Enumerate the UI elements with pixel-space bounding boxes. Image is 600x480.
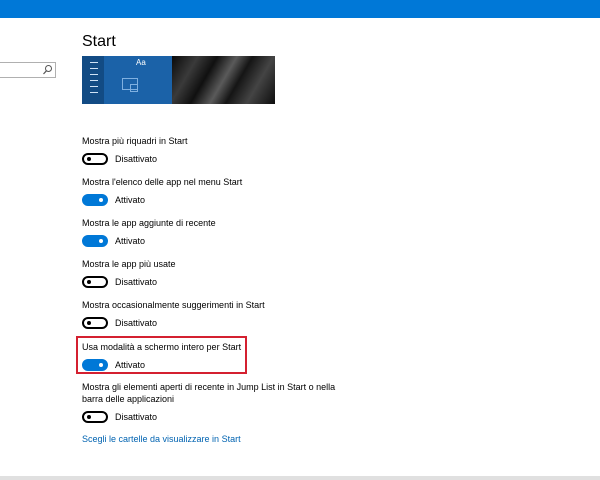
setting-label: Mostra occasionalmente suggerimenti in S…	[82, 300, 265, 310]
setting-recently-added: Mostra le app aggiunte di recente Attiva…	[82, 217, 216, 249]
toggle-jump-list[interactable]	[82, 411, 108, 423]
settings-window: Start Aa Mostra più riquadri in Start Di…	[0, 0, 600, 480]
bottom-edge	[0, 476, 600, 480]
preview-rail-line	[90, 74, 98, 75]
setting-label: Mostra le app più usate	[82, 259, 176, 269]
start-preview-image: Aa	[82, 56, 275, 104]
toggle-state: Disattivato	[115, 318, 158, 328]
toggle-state: Attivato	[115, 195, 146, 205]
search-box[interactable]	[0, 62, 56, 78]
preview-rail-line	[90, 86, 98, 87]
toggle-row: Disattivato	[82, 411, 335, 425]
setting-jump-list: Mostra gli elementi aperti di recente in…	[82, 381, 335, 425]
preview-rail-line	[90, 92, 98, 93]
setting-full-screen: Usa modalità a schermo intero per Start …	[82, 341, 241, 373]
setting-label-line: barra delle applicazioni	[82, 394, 175, 404]
toggle-knob	[87, 415, 91, 419]
toggle-state: Attivato	[115, 236, 146, 246]
toggle-knob	[87, 157, 91, 161]
toggle-knob	[99, 239, 103, 243]
preview-start-menu: Aa	[82, 56, 172, 104]
toggle-app-list[interactable]	[82, 194, 108, 206]
toggle-more-tiles[interactable]	[82, 153, 108, 165]
toggle-state: Disattivato	[115, 277, 158, 287]
setting-label: Mostra l'elenco delle app nel menu Start	[82, 177, 243, 187]
toggle-suggestions[interactable]	[82, 317, 108, 329]
toggle-row: Disattivato	[82, 276, 176, 290]
preview-menu-rail	[82, 56, 104, 104]
toggle-state: Disattivato	[115, 154, 158, 164]
search-icon[interactable]	[42, 64, 53, 76]
setting-label: Mostra le app aggiunte di recente	[82, 218, 216, 228]
preview-tile	[130, 84, 138, 92]
setting-label: Usa modalità a schermo intero per Start	[82, 342, 242, 352]
toggle-knob	[99, 363, 103, 367]
setting-label-line: Mostra gli elementi aperti di recente in…	[82, 382, 336, 392]
choose-folders-link[interactable]: Scegli le cartelle da visualizzare in St…	[82, 434, 241, 444]
page-title: Start	[82, 33, 116, 50]
preview-tile-label: Aa	[136, 58, 146, 67]
search-input[interactable]	[0, 63, 47, 77]
toggle-row: Attivato	[82, 235, 216, 249]
preview-rail-line	[90, 80, 98, 81]
setting-suggestions: Mostra occasionalmente suggerimenti in S…	[82, 299, 265, 331]
toggle-knob	[99, 198, 103, 202]
preview-rail-line	[90, 62, 98, 63]
toggle-row: Attivato	[82, 359, 241, 373]
toggle-knob	[87, 321, 91, 325]
setting-app-list: Mostra l'elenco delle app nel menu Start…	[82, 176, 242, 208]
preview-rail-line	[90, 68, 98, 69]
toggle-row: Disattivato	[82, 153, 188, 167]
toggle-row: Disattivato	[82, 317, 265, 331]
toggle-most-used[interactable]	[82, 276, 108, 288]
setting-most-used: Mostra le app più usate Disattivato	[82, 258, 176, 290]
setting-more-tiles: Mostra più riquadri in Start Disattivato	[82, 135, 188, 167]
preview-wallpaper	[172, 56, 275, 104]
toggle-row: Attivato	[82, 194, 242, 208]
toggle-state: Attivato	[115, 360, 146, 370]
toggle-knob	[87, 280, 91, 284]
toggle-full-screen[interactable]	[82, 359, 108, 371]
toggle-state: Disattivato	[115, 412, 158, 422]
title-bar	[0, 0, 600, 18]
toggle-recently-added[interactable]	[82, 235, 108, 247]
setting-label: Mostra più riquadri in Start	[82, 136, 188, 146]
